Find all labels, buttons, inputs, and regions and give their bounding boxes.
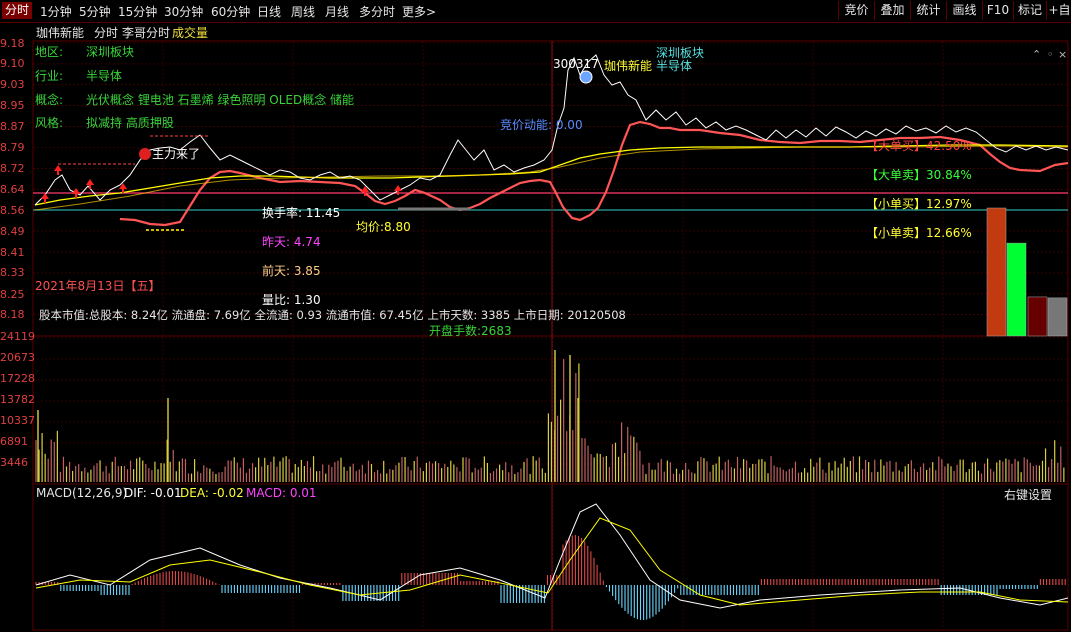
order-bar: [1006, 242, 1027, 337]
up-arrow-icon: [54, 165, 62, 175]
order-bars: [986, 207, 1068, 337]
volume-tick: 20673: [0, 351, 35, 364]
price-tick: 9.03: [0, 78, 25, 91]
average-price: 均价:8.80: [356, 220, 411, 234]
main-force-icon: [139, 148, 151, 160]
main-force-label: 主力来了: [152, 147, 201, 161]
price-tick: 8.18: [0, 308, 25, 321]
price-tick: 8.49: [0, 225, 25, 238]
ball-icon: [579, 70, 593, 84]
price-tick: 8.25: [0, 288, 25, 301]
auction-momentum: 竞价动能: 0.00: [500, 118, 583, 132]
order-bar: [1027, 296, 1048, 337]
price-tick: 9.10: [0, 57, 25, 70]
stock-name-tag: 珈伟新能: [604, 59, 653, 73]
price-tick: 9.18: [0, 37, 25, 50]
industry-tag: 半导体: [656, 59, 693, 73]
macd-value: MACD: 0.01: [246, 486, 317, 500]
right-click-settings[interactable]: 右键设置: [1004, 486, 1052, 503]
turnover-rate: 换手率: 11.45: [262, 206, 341, 220]
volume-tick: 24119: [0, 330, 35, 343]
price-tick: 8.41: [0, 246, 25, 259]
volume-tick: 3446: [0, 456, 28, 469]
price-panel-frame: [32, 40, 1069, 337]
industry-value: 半导体: [86, 69, 123, 83]
price-tick: 8.95: [0, 99, 25, 112]
price-tick: 8.64: [0, 183, 25, 196]
region-value: 深圳板块: [86, 45, 135, 59]
style-value: 拟减持 高质押股: [86, 116, 174, 130]
macd-histogram: [35, 535, 1066, 620]
macd-dif: DIF: -0.01: [124, 486, 182, 500]
order-bar: [1047, 297, 1068, 337]
macd-title: MACD(12,26,9): [36, 486, 128, 500]
trade-date: 2021年8月13日【五】: [35, 279, 161, 293]
signal-markers: [41, 135, 470, 231]
price-tick: 8.33: [0, 266, 25, 279]
order-bar: [986, 207, 1007, 337]
industry-label: 行业:: [35, 69, 64, 83]
macd-panel-frame: [32, 483, 1069, 631]
big-buy-label: 【大单买】42.50%: [866, 139, 972, 153]
up-arrow-icon: [41, 193, 49, 203]
small-sell-label: 【小单卖】12.66%: [866, 226, 972, 240]
region-label: 地区:: [35, 45, 64, 59]
yesterday-value: 昨天: 4.74: [262, 235, 321, 249]
small-buy-label: 【小单买】12.97%: [866, 197, 972, 211]
price-tick: 8.72: [0, 162, 25, 175]
volume-tick: 13782: [0, 393, 35, 406]
volume-tick: 6891: [0, 435, 28, 448]
price-tick: 8.56: [0, 204, 25, 217]
volume-panel-frame: [32, 335, 1069, 485]
open-hands: 开盘手数:2683: [429, 324, 512, 338]
price-tick: 8.87: [0, 120, 25, 133]
volume-tick: 10337: [0, 414, 35, 427]
volume-tick: 17228: [0, 372, 35, 385]
price-tick: 8.79: [0, 141, 25, 154]
macd-dea: DEA: -0.02: [180, 486, 244, 500]
stock-code-tag: 300317: [553, 57, 599, 71]
big-sell-label: 【大单卖】30.84%: [866, 168, 972, 182]
volume-bars: [35, 350, 1065, 482]
volume-ratio: 量比: 1.30: [262, 293, 321, 307]
fundamentals-line: 股本市值:总股本: 8.24亿 流通盘: 7.69亿 全流通: 0.93 流通市…: [39, 308, 626, 322]
concept-value: 光伏概念 锂电池 石墨烯 绿色照明 OLED概念 储能: [86, 93, 355, 107]
day-before-value: 前天: 3.85: [262, 264, 321, 278]
concept-label: 概念:: [35, 93, 64, 107]
style-label: 风格:: [35, 116, 64, 130]
